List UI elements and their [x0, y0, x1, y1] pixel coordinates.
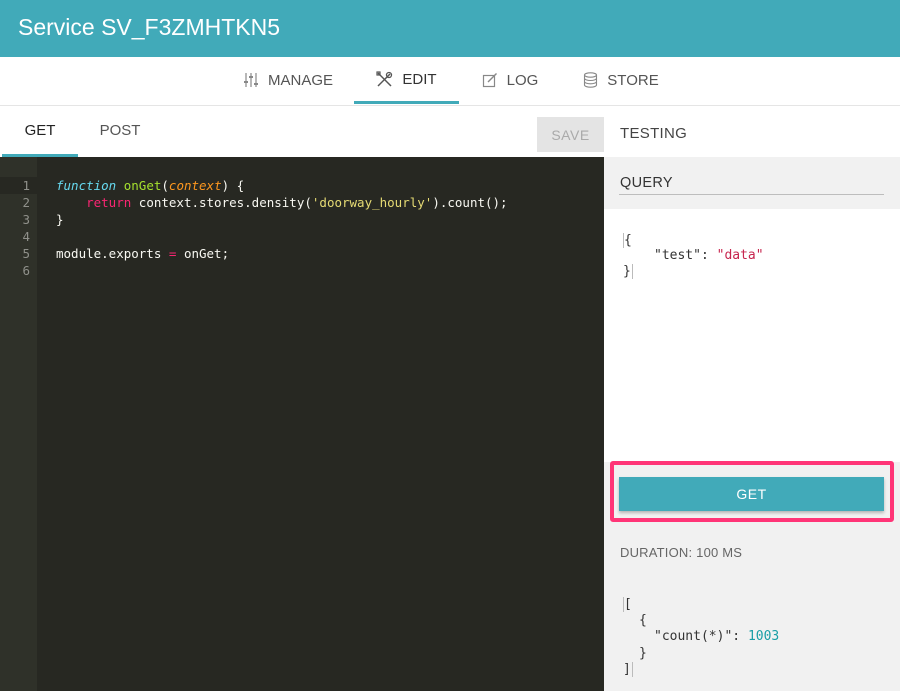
tab-manage[interactable]: MANAGE: [232, 57, 344, 103]
json-brace: }: [623, 264, 633, 279]
code-editor[interactable]: 1 2 3 4 5 6 function onGet(context) { re…: [0, 157, 604, 691]
json-bracket: [: [623, 597, 632, 612]
line-number: 6: [22, 263, 30, 278]
code-token: module.exports: [56, 246, 169, 261]
tab-get[interactable]: GET: [2, 106, 78, 157]
page-title: Service SV_F3ZMHTKN5: [18, 14, 281, 40]
json-brace: {: [623, 233, 632, 248]
get-button[interactable]: GET: [619, 477, 884, 511]
tab-post-label: POST: [99, 122, 141, 139]
query-label: QUERY: [620, 175, 673, 191]
duration-label: DURATION: 100 MS: [620, 545, 743, 560]
code-line: }: [56, 212, 64, 227]
code-param: context: [168, 178, 222, 193]
line-number: 4: [22, 229, 30, 244]
json-sep: :: [732, 629, 748, 644]
code-token: context.stores.density(: [131, 195, 312, 210]
tools-icon: [376, 70, 393, 87]
line-number: 1: [22, 178, 30, 193]
json-line: "test": "data": [654, 248, 764, 263]
json-sep: :: [700, 248, 717, 263]
tab-post[interactable]: POST: [84, 106, 156, 155]
json-key: "test": [654, 248, 701, 263]
code-function-name: onGet: [123, 178, 162, 193]
tab-store-label: STORE: [607, 71, 659, 89]
code-token: (: [161, 178, 169, 193]
code-token: ).count();: [432, 195, 508, 210]
editor-gutter: 1 2 3 4 5 6: [0, 157, 37, 691]
code-line: return context.stores.density('doorway_h…: [56, 195, 508, 210]
json-brace: {: [639, 613, 647, 628]
json-value: 1003: [747, 629, 780, 644]
line-number: 5: [22, 246, 30, 261]
tab-store[interactable]: STORE: [570, 57, 672, 103]
tab-log[interactable]: LOG: [469, 57, 551, 103]
json-brace: }: [639, 646, 647, 661]
json-value: "data": [716, 248, 764, 263]
tab-get-label: GET: [24, 121, 56, 139]
database-icon: [584, 72, 598, 88]
tab-edit[interactable]: EDIT: [354, 57, 459, 104]
save-button[interactable]: SAVE: [537, 117, 604, 152]
sliders-icon: [243, 73, 258, 87]
main-nav: MANAGE EDIT LOG STORE: [0, 57, 900, 106]
testing-heading: TESTING: [620, 125, 688, 142]
json-line: "count(*)": 1003: [654, 629, 779, 644]
json-bracket: ]: [623, 662, 633, 677]
code-line: module.exports = onGet;: [56, 246, 229, 261]
json-key: "count(*)": [654, 629, 733, 644]
code-token: ) {: [221, 178, 245, 193]
title-bar: Service SV_F3ZMHTKN5: [0, 0, 900, 57]
tab-edit-label: EDIT: [402, 70, 437, 88]
code-token: onGet;: [176, 246, 230, 261]
method-tabs: GET POST: [0, 106, 900, 157]
code-string: 'doorway_hourly': [311, 195, 433, 210]
edit-note-icon: [482, 73, 497, 88]
line-number: 3: [22, 212, 30, 227]
tab-log-label: LOG: [506, 71, 539, 89]
tab-manage-label: MANAGE: [267, 71, 333, 89]
line-number: 2: [22, 195, 30, 210]
query-underline: [619, 194, 884, 195]
code-keyword: function: [56, 178, 117, 193]
code-return: return: [86, 195, 132, 210]
code-line: function onGet(context) {: [56, 178, 244, 193]
